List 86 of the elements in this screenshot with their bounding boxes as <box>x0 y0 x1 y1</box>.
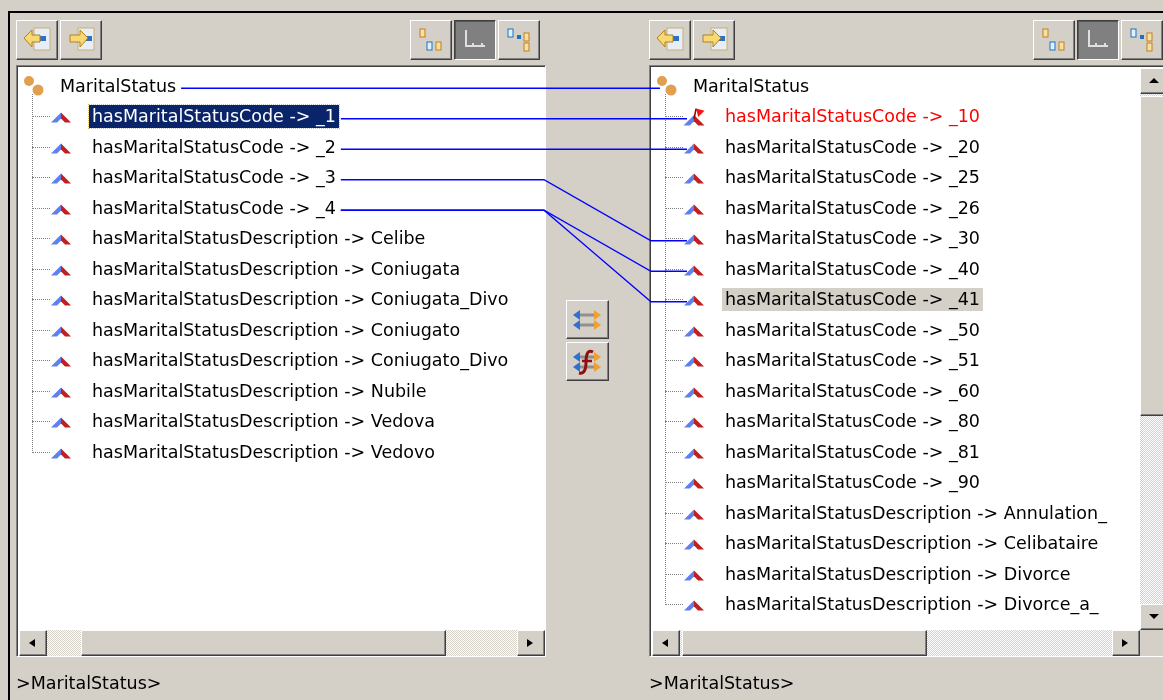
forward-button[interactable] <box>693 20 735 60</box>
tree-item[interactable]: hasMaritalStatusCode -> _90 <box>722 471 983 495</box>
property-icon <box>683 508 705 520</box>
class-icon <box>23 75 45 98</box>
map-button[interactable] <box>565 300 609 339</box>
scroll-thumb[interactable] <box>682 630 927 656</box>
property-icon <box>50 447 72 459</box>
property-error-icon <box>683 107 705 126</box>
tree-item[interactable]: hasMaritalStatusCode -> _2 <box>89 135 339 159</box>
tree-root-label[interactable]: MaritalStatus <box>690 74 813 98</box>
tree-view-icon <box>417 26 445 54</box>
tree-item[interactable]: hasMaritalStatusCode -> _10 <box>722 105 983 129</box>
tree-item[interactable]: hasMaritalStatusDescription -> Divorce <box>722 562 1074 586</box>
tree-item[interactable]: hasMaritalStatusDescription -> Coniugato <box>89 318 464 342</box>
tree-item[interactable]: hasMaritalStatusCode -> _81 <box>722 440 983 464</box>
function-button[interactable] <box>565 342 609 381</box>
tree-item[interactable]: hasMaritalStatusCode -> _30 <box>722 227 983 251</box>
tree-item[interactable]: hasMaritalStatusCode -> _80 <box>722 410 983 434</box>
property-icon <box>50 325 72 337</box>
forward-button[interactable] <box>60 20 102 60</box>
property-icon <box>683 295 705 307</box>
tree-item[interactable]: hasMaritalStatusDescription -> Annulation_ <box>722 501 1110 525</box>
property-icon <box>683 478 705 490</box>
tree-item[interactable]: hasMaritalStatusDescription -> Coniugata_Divo <box>89 288 512 312</box>
property-icon <box>50 173 72 185</box>
tree-view-icon <box>1040 26 1068 54</box>
tree-item[interactable]: hasMaritalStatusDescription -> Celibe <box>89 227 429 251</box>
property-icon <box>50 234 72 246</box>
property-icon <box>50 386 72 398</box>
tree-item[interactable]: hasMaritalStatusDescription -> Coniugato_Divo <box>89 349 512 373</box>
scroll-thumb[interactable] <box>81 630 446 656</box>
tree-root-label[interactable]: MaritalStatus <box>57 74 180 98</box>
back-arrow-icon <box>22 26 52 54</box>
view-toggle-button[interactable] <box>1077 20 1119 60</box>
property-icon <box>683 203 705 215</box>
horizontal-scrollbar[interactable] <box>19 630 545 656</box>
forward-arrow-icon <box>699 26 729 54</box>
tree-item[interactable]: hasMaritalStatusDescription -> Nubile <box>89 379 430 403</box>
property-icon <box>683 325 705 337</box>
horizontal-scrollbar[interactable] <box>652 630 1163 656</box>
property-icon <box>683 600 705 612</box>
tree-item[interactable]: hasMaritalStatusCode -> _1 <box>89 105 339 129</box>
back-button[interactable] <box>649 20 691 60</box>
property-icon <box>50 203 72 215</box>
tree-item[interactable]: hasMaritalStatusCode -> _41 <box>722 288 983 312</box>
split-view-icon <box>505 26 533 54</box>
property-icon <box>683 569 705 581</box>
tree-item[interactable]: hasMaritalStatusCode -> _51 <box>722 349 983 373</box>
tree-item[interactable]: hasMaritalStatusCode -> _3 <box>89 166 339 190</box>
class-icon <box>656 75 678 98</box>
view-toggle-button[interactable] <box>454 20 496 60</box>
tree-item[interactable]: hasMaritalStatusDescription -> Vedovo <box>89 440 439 464</box>
property-icon <box>50 264 72 276</box>
back-arrow-icon <box>655 26 685 54</box>
property-icon <box>683 142 705 154</box>
tree-item[interactable]: hasMaritalStatusCode -> _20 <box>722 135 983 159</box>
scroll-thumb[interactable] <box>1140 96 1163 416</box>
property-icon <box>683 386 705 398</box>
tree-item[interactable]: hasMaritalStatusCode -> _4 <box>89 196 339 220</box>
path-label: >MaritalStatus> <box>16 672 163 693</box>
property-icon <box>683 264 705 276</box>
tree-item[interactable]: hasMaritalStatusDescription -> Divorce_a_ <box>722 593 1102 617</box>
property-icon <box>50 112 72 124</box>
back-button[interactable] <box>16 20 58 60</box>
vertical-scrollbar[interactable] <box>1140 68 1163 630</box>
property-icon <box>683 356 705 368</box>
path-label: >MaritalStatus> <box>649 672 796 693</box>
property-icon <box>683 447 705 459</box>
property-icon <box>50 356 72 368</box>
property-icon <box>50 295 72 307</box>
tree-item[interactable]: hasMaritalStatusCode -> _50 <box>722 318 983 342</box>
tree-item[interactable]: hasMaritalStatusCode -> _60 <box>722 379 983 403</box>
property-icon <box>683 234 705 246</box>
tree-item[interactable]: hasMaritalStatusDescription -> Celibataire <box>722 532 1102 556</box>
tree-item[interactable]: hasMaritalStatusDescription -> Vedova <box>89 410 439 434</box>
property-icon <box>50 417 72 429</box>
split-view-icon <box>1128 26 1156 54</box>
tree-item[interactable]: hasMaritalStatusDescription -> Coniugata <box>89 257 464 281</box>
property-icon <box>683 173 705 185</box>
forward-arrow-icon <box>66 26 96 54</box>
property-icon <box>50 142 72 154</box>
tree-item[interactable]: hasMaritalStatusCode -> _40 <box>722 257 983 281</box>
property-icon <box>683 539 705 551</box>
tree-item[interactable]: hasMaritalStatusCode -> _25 <box>722 166 983 190</box>
tree-item[interactable]: hasMaritalStatusCode -> _26 <box>722 196 983 220</box>
property-icon <box>683 417 705 429</box>
